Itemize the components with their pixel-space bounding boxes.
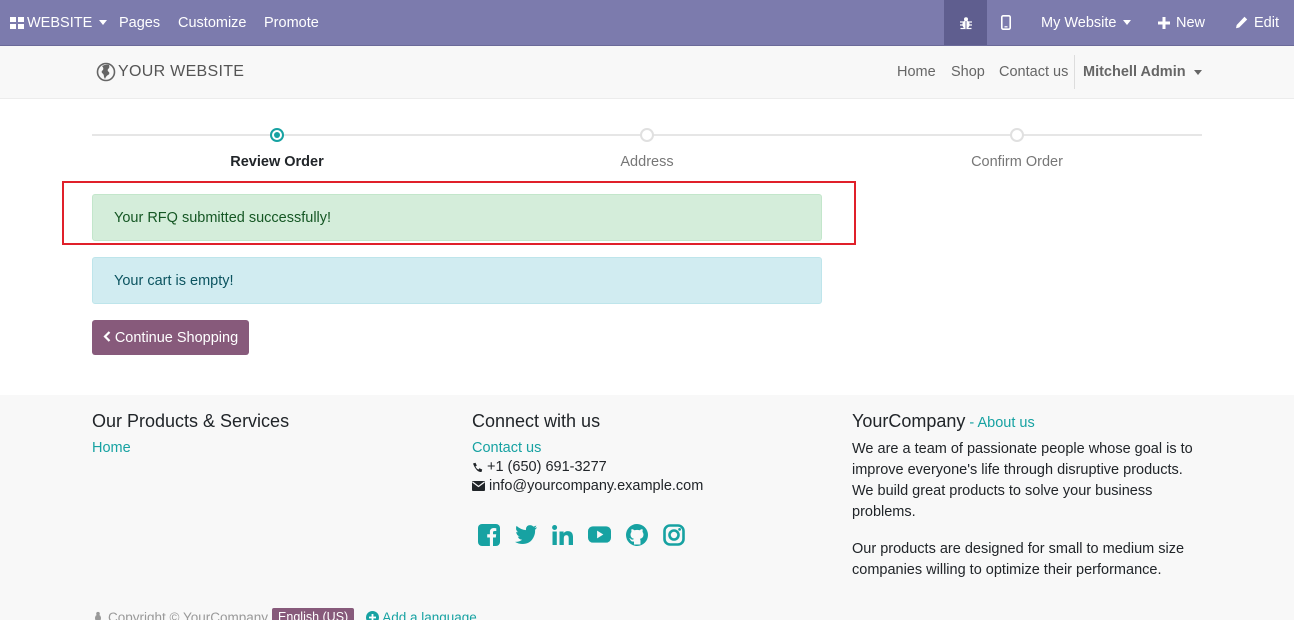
plus-circle-icon [366,610,380,620]
phone-number: +1 (650) 691-3277 [487,459,607,475]
footer-connect-title: Connect with us [472,411,601,431]
footer-products-title: Our Products & Services [92,411,290,431]
about-us-link[interactable]: About us [978,415,1035,431]
footer-about-column: YourCompany - About us We are a team of … [852,395,1202,581]
copyright-bar: Copyright © YourCompany English (US) Add… [92,608,477,620]
caret-down-icon [1123,20,1132,25]
nav-shop[interactable]: Shop [951,46,985,98]
twitter-icon[interactable] [514,523,537,546]
step-label-review-order: Review Order [230,154,324,170]
pages-menu[interactable]: Pages [119,0,160,45]
footer: Our Products & Services Home Connect wit… [0,395,1294,620]
github-icon[interactable] [625,523,648,546]
social-links [477,523,699,546]
company-name: YourCompany [852,411,966,431]
debug-button[interactable] [944,0,987,45]
add-language-label: Add a language [382,609,477,620]
caret-down-icon [99,20,108,25]
nav-contact-us[interactable]: Contact us [999,46,1068,98]
footer-products-column: Our Products & Services Home [92,395,289,456]
facebook-icon[interactable] [477,523,500,546]
mobile-preview-button[interactable] [1001,0,1011,45]
website-menu[interactable]: WEBSITE [10,0,108,45]
globe-icon [96,62,116,82]
nav-home[interactable]: Home [897,46,936,98]
edit-button[interactable]: Edit [1235,0,1279,45]
user-name: Mitchell Admin [1083,64,1186,80]
my-website-menu[interactable]: My Website [1041,0,1132,45]
caret-down-icon [1193,69,1202,75]
company-description: We are a team of passionate people whose… [852,441,1193,520]
bug-icon [92,611,104,620]
logo-text: YOUR WEBSITE [118,63,245,80]
add-language-link[interactable]: Add a language [366,610,477,620]
my-website-label: My Website [1041,14,1117,31]
new-button[interactable]: New [1158,0,1205,45]
footer-home-link[interactable]: Home [92,440,289,456]
company-products-text: Our products are designed for small to m… [852,541,1185,578]
phone-icon [472,462,487,473]
footer-company-heading: YourCompany - About us [852,411,1202,432]
envelope-icon [472,481,489,491]
admin-navbar: WEBSITE Pages Customize Promote My Websi… [0,0,1294,46]
promote-menu[interactable]: Promote [264,0,319,45]
edit-label: Edit [1254,14,1279,31]
bug-icon [959,16,973,30]
customize-menu[interactable]: Customize [178,0,247,45]
youtube-icon[interactable] [588,523,611,546]
step-label-confirm-order: Confirm Order [971,154,1063,170]
chevron-left-icon [103,330,111,345]
email-address: info@yourcompany.example.com [489,478,704,494]
mobile-icon [1001,15,1011,30]
plus-icon [1158,16,1170,29]
continue-shopping-label: Continue Shopping [114,329,239,346]
copyright-text: Copyright © YourCompany [108,609,269,620]
company-separator: - [965,415,978,431]
new-label: New [1176,14,1206,31]
apps-grid-icon [10,16,24,29]
footer-email: info@yourcompany.example.com [472,478,703,494]
linkedin-icon[interactable] [551,523,574,546]
user-menu[interactable]: Mitchell Admin [1083,46,1202,98]
step-dot-address [640,128,654,142]
nav-divider [1074,55,1075,89]
step-dot-confirm-order [1010,128,1024,142]
pencil-icon [1235,16,1248,29]
continue-shopping-button[interactable]: Continue Shopping [92,320,249,355]
website-menu-label: WEBSITE [27,14,93,31]
site-logo[interactable]: YOUR WEBSITE [96,62,244,82]
footer-contact-link[interactable]: Contact us [472,440,703,456]
footer-connect-column: Connect with us Contact us +1 (650) 691-… [472,395,703,494]
step-dot-review-order [270,128,284,142]
language-selector[interactable]: English (US) [272,608,355,620]
empty-cart-alert: Your cart is empty! [92,257,822,304]
website-header: YOUR WEBSITE Home Shop Contact us Mitche… [0,46,1294,99]
footer-phone: +1 (650) 691-3277 [472,459,703,475]
instagram-icon[interactable] [662,523,685,546]
success-alert: Your RFQ submitted successfully! [92,194,822,241]
step-label-address: Address [620,154,674,170]
